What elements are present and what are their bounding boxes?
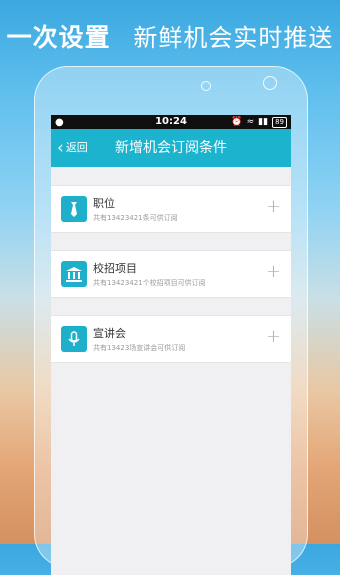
page-title: 新增机会订阅条件	[115, 140, 227, 156]
headline-light: 新鲜机会实时推送	[133, 24, 334, 52]
microphone-icon	[61, 326, 87, 352]
list-item-title: 宣讲会	[93, 327, 126, 340]
list-item-title: 职位	[93, 197, 115, 210]
phone-frame: ● 10:24 ⏰ ≈ ▮▮ 89 ‹ 返回 新增机会订阅条件 职位 共有134…	[34, 66, 308, 575]
list-item-position[interactable]: 职位 共有13423421条可供订阅 +	[51, 185, 291, 233]
list-item-desc: 共有13423421条可供订阅	[93, 214, 178, 222]
add-icon[interactable]: +	[266, 196, 281, 217]
status-icons: ⏰ ≈ ▮▮ 89	[231, 115, 287, 129]
building-icon	[61, 261, 87, 287]
camera-icon	[263, 76, 277, 90]
phone-screen: ● 10:24 ⏰ ≈ ▮▮ 89 ‹ 返回 新增机会订阅条件 职位 共有134…	[51, 115, 291, 575]
list-item-desc: 共有13423场宣讲会可供订阅	[93, 344, 186, 352]
title-bar: ‹ 返回 新增机会订阅条件	[51, 129, 291, 167]
wifi-icon: ≈	[246, 117, 255, 127]
add-icon[interactable]: +	[266, 326, 281, 347]
battery-icon: 89	[272, 116, 287, 128]
speaker-dot	[201, 81, 211, 91]
headline-bold: 一次设置	[6, 23, 111, 52]
list-item-title: 校招项目	[93, 262, 137, 275]
list-item-campus-project[interactable]: 校招项目 共有13423421个校招项目可供订阅 +	[51, 250, 291, 298]
promo-headline: 一次设置 新鲜机会实时推送	[0, 18, 340, 54]
list-item-desc: 共有13423421个校招项目可供订阅	[93, 279, 206, 287]
signal-icon: ▮▮	[258, 117, 269, 127]
status-bar: ● 10:24 ⏰ ≈ ▮▮ 89	[51, 115, 291, 129]
list-item-info-session[interactable]: 宣讲会 共有13423场宣讲会可供订阅 +	[51, 315, 291, 363]
alarm-icon: ⏰	[231, 117, 243, 127]
tie-icon	[61, 196, 87, 222]
add-icon[interactable]: +	[266, 261, 281, 282]
